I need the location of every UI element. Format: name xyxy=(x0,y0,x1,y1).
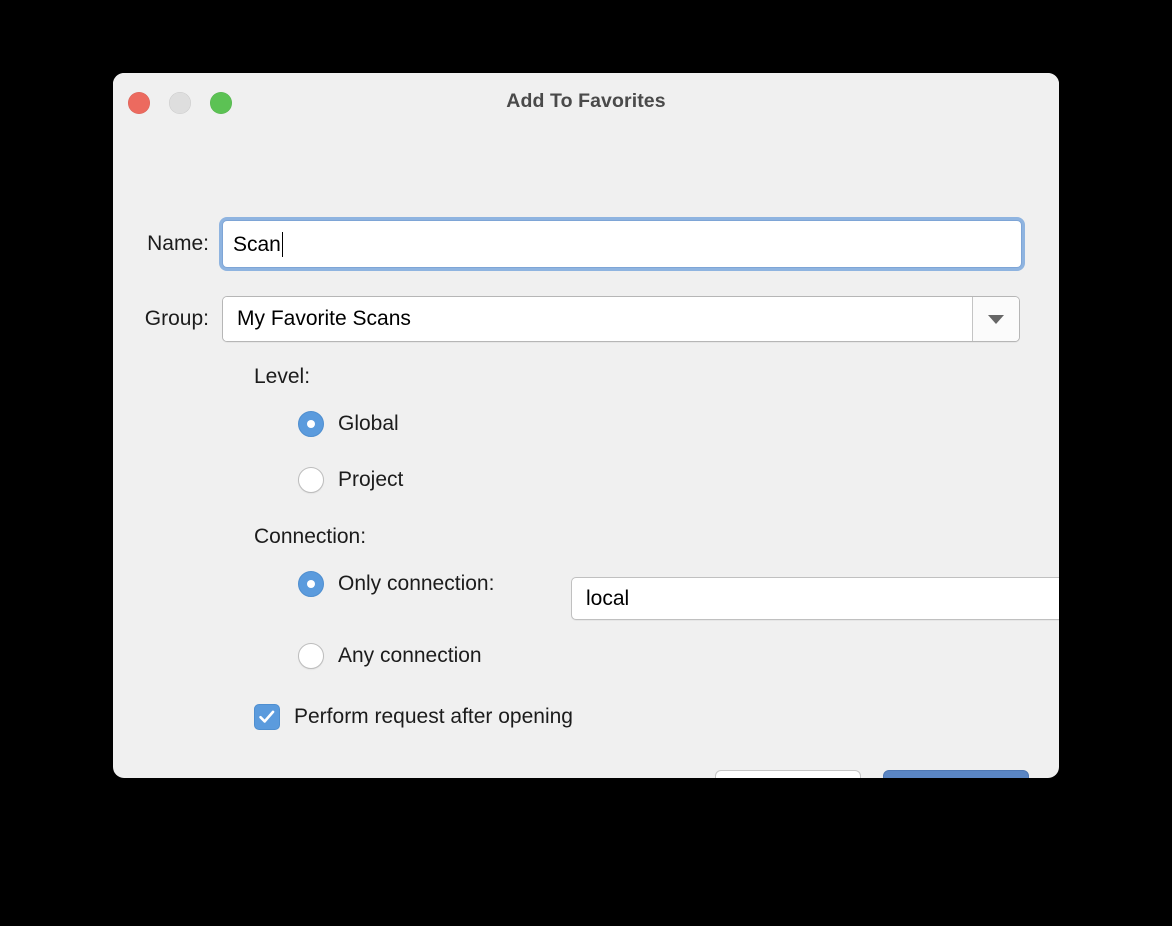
group-combobox[interactable]: My Favorite Scans xyxy=(222,296,1020,342)
radio-connection-any-label: Any connection xyxy=(338,644,482,667)
group-combobox-toggle[interactable] xyxy=(972,297,1019,341)
title-bar: Add To Favorites xyxy=(113,73,1059,133)
name-input-value: Scan xyxy=(233,232,281,256)
connection-select-value: local xyxy=(586,586,630,610)
name-label: Name: xyxy=(147,232,209,255)
window-title: Add To Favorites xyxy=(506,90,666,112)
chevron-down-icon xyxy=(988,314,1004,324)
radio-connection-only[interactable]: Only connection: xyxy=(298,571,494,597)
save-button[interactable]: Save xyxy=(883,770,1029,778)
radio-selected-icon xyxy=(298,571,324,597)
radio-connection-any[interactable]: Any connection xyxy=(298,643,482,669)
group-label: Group: xyxy=(144,307,209,330)
radio-unselected-icon xyxy=(298,643,324,669)
perform-request-checkbox[interactable] xyxy=(254,704,280,730)
name-row: Name: Scan xyxy=(113,220,1059,268)
radio-level-global[interactable]: Global xyxy=(298,411,399,437)
radio-level-global-label: Global xyxy=(338,412,399,435)
add-to-favorites-dialog: Add To Favorites Name: Scan Group: My Fa… xyxy=(113,73,1059,778)
radio-connection-only-label: Only connection: xyxy=(338,572,495,595)
cancel-button[interactable]: Cancel xyxy=(715,770,861,778)
perform-request-label: Perform request after opening xyxy=(294,705,573,728)
perform-request-checkbox-row[interactable]: Perform request after opening xyxy=(254,704,573,730)
name-input[interactable]: Scan xyxy=(222,220,1022,268)
group-row: Group: My Favorite Scans xyxy=(113,296,1059,342)
radio-selected-icon xyxy=(298,411,324,437)
connection-heading: Connection: xyxy=(254,525,367,548)
connection-select[interactable]: local xyxy=(571,577,1059,620)
radio-level-project-label: Project xyxy=(338,468,404,491)
dialog-button-bar: Cancel Save xyxy=(715,770,1029,778)
radio-level-project[interactable]: Project xyxy=(298,467,403,493)
checkmark-icon xyxy=(259,710,275,723)
dialog-body: Name: Scan Group: My Favorite Scans Leve… xyxy=(113,133,1059,778)
text-cursor xyxy=(281,231,284,257)
group-combobox-value[interactable]: My Favorite Scans xyxy=(223,297,972,341)
level-heading: Level: xyxy=(254,365,311,388)
radio-unselected-icon xyxy=(298,467,324,493)
